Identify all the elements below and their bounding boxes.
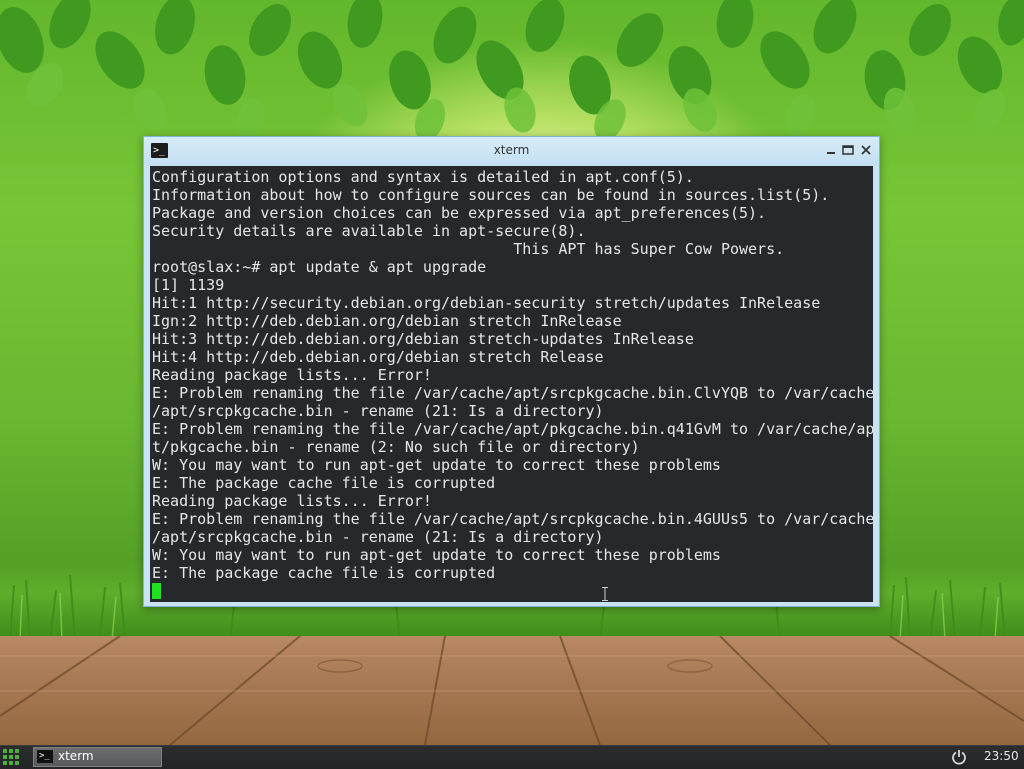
maximize-icon[interactable] bbox=[841, 143, 855, 157]
terminal-line: E: The package cache file is corrupted bbox=[152, 474, 496, 492]
taskbar-clock: 23:50 bbox=[984, 749, 1019, 763]
window-title: xterm bbox=[493, 143, 530, 157]
terminal-line: Package and version choices can be expre… bbox=[152, 204, 767, 222]
terminal-line: /apt/srcpkgcache.bin - rename (21: Is a … bbox=[152, 528, 604, 546]
terminal-line: /apt/srcpkgcache.bin - rename (21: Is a … bbox=[152, 402, 604, 420]
terminal-icon: >_ bbox=[37, 750, 53, 763]
power-icon[interactable] bbox=[951, 749, 967, 765]
terminal-line: E: The package cache file is corrupted bbox=[152, 564, 496, 582]
wallpaper-leaves bbox=[0, 0, 1024, 142]
taskbar-item-label: xterm bbox=[58, 749, 94, 763]
terminal-line: t/pkgcache.bin - rename (2: No such file… bbox=[152, 438, 640, 456]
terminal-line: Reading package lists... Error! bbox=[152, 492, 432, 510]
wallpaper-wooden-deck bbox=[0, 636, 1024, 745]
xterm-window[interactable]: >_ xterm Configuration options and synta… bbox=[143, 136, 880, 607]
terminal-line: Security details are available in apt-se… bbox=[152, 222, 586, 240]
terminal-line: This APT has Super Cow Powers. bbox=[152, 240, 785, 258]
terminal-line: [1] 1139 bbox=[152, 276, 225, 294]
terminal-line: Information about how to configure sourc… bbox=[152, 186, 830, 204]
terminal-line: E: Problem renaming the file /var/cache/… bbox=[152, 510, 873, 528]
terminal-prompt-line: root@slax:~# apt update & apt upgrade bbox=[152, 258, 487, 276]
terminal-line: Ign:2 http://deb.debian.org/debian stret… bbox=[152, 312, 622, 330]
minimize-icon[interactable] bbox=[824, 143, 838, 157]
terminal-line: Configuration options and syntax is deta… bbox=[152, 168, 694, 186]
window-titlebar[interactable]: >_ xterm bbox=[144, 137, 879, 166]
terminal-line: W: You may want to run apt-get update to… bbox=[152, 456, 721, 474]
terminal-line: W: You may want to run apt-get update to… bbox=[152, 546, 721, 564]
terminal-line: Hit:4 http://deb.debian.org/debian stret… bbox=[152, 348, 604, 366]
taskbar: >_ xterm 23:50 bbox=[0, 745, 1024, 769]
terminal-line: E: Problem renaming the file /var/cache/… bbox=[152, 384, 873, 402]
terminal-cursor bbox=[152, 583, 161, 599]
terminal-output[interactable]: Configuration options and syntax is deta… bbox=[150, 166, 873, 602]
mouse-ibeam-cursor-icon bbox=[602, 587, 608, 601]
taskbar-item-xterm[interactable]: >_ xterm bbox=[33, 747, 162, 767]
terminal-line: Hit:3 http://deb.debian.org/debian stret… bbox=[152, 330, 694, 348]
terminal-line: Hit:1 http://security.debian.org/debian-… bbox=[152, 294, 821, 312]
terminal-line: Reading package lists... Error! bbox=[152, 366, 432, 384]
app-grid-icon[interactable] bbox=[3, 749, 19, 765]
close-icon[interactable] bbox=[859, 143, 873, 157]
terminal-line: E: Problem renaming the file /var/cache/… bbox=[152, 420, 873, 438]
